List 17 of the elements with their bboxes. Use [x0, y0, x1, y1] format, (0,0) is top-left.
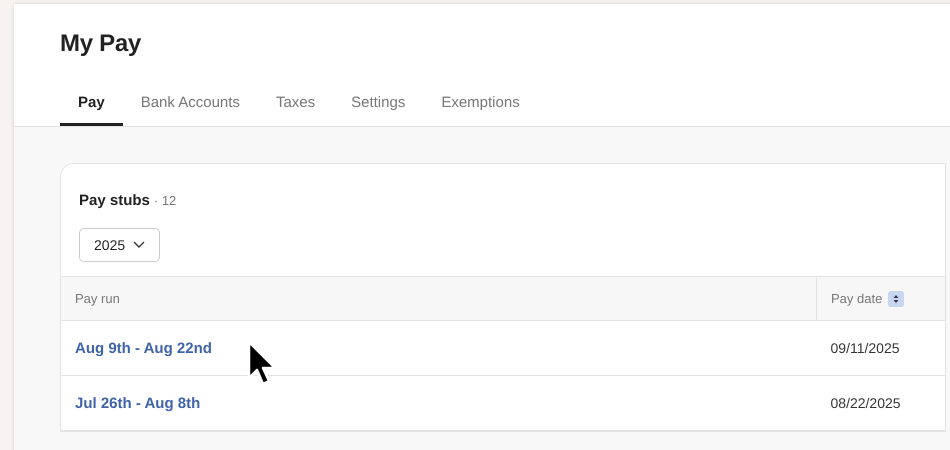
column-header[interactable]: Pay date	[831, 291, 882, 306]
column-header: Pay run	[61, 276, 816, 320]
year-dropdown[interactable]: 2025	[79, 228, 160, 262]
chevron-down-icon	[133, 241, 146, 249]
table-cell: 08/22/2025	[816, 376, 945, 430]
tab[interactable]: Exemptions	[423, 94, 538, 126]
tab[interactable]: Taxes	[258, 94, 334, 126]
tab[interactable]: Settings	[333, 94, 424, 126]
pay-run-link[interactable]: Jul 26th - Aug 8th	[75, 394, 200, 412]
sort-icon[interactable]	[888, 290, 904, 306]
stub-count: · 12	[154, 193, 176, 208]
pay-run-link[interactable]: Aug 9th - Aug 22nd	[75, 340, 212, 356]
tab[interactable]: Bank Accounts	[122, 94, 258, 126]
table-cell: 09/11/2025	[816, 320, 945, 376]
card-title: Pay stubs	[79, 192, 150, 209]
page-title: My Pay	[60, 30, 142, 58]
tab[interactable]: Pay	[60, 94, 123, 126]
